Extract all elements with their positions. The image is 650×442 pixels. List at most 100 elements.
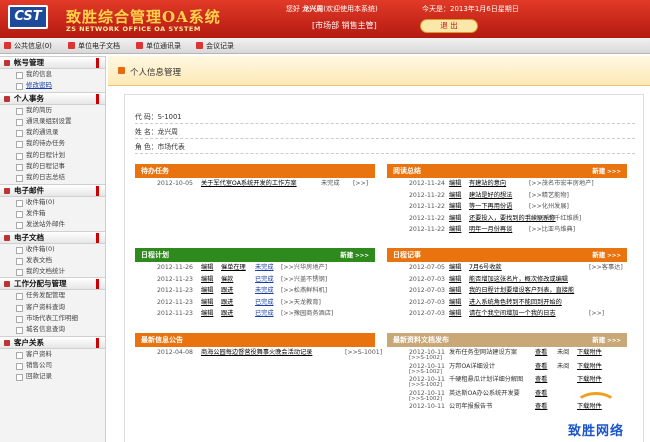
nav-unit-contacts[interactable]: 单位通讯录 — [136, 41, 181, 51]
sidebar-item[interactable]: 通讯录组别设置 — [0, 116, 105, 127]
edit-link[interactable]: 编辑 — [449, 262, 461, 274]
docs-new-link[interactable]: 新建 — [592, 333, 621, 348]
sidebar-group-header[interactable]: 电子文档 — [0, 230, 105, 244]
row-tag[interactable]: [>>茂名市宏丰房地产] — [529, 178, 594, 190]
row-date: 2012-11-23 — [157, 298, 193, 306]
note-title-link[interactable]: 我的日程计划要增设客户列表，直接能 — [469, 285, 574, 297]
sidebar-item[interactable]: 我的文档统计 — [0, 266, 105, 277]
row-tag[interactable]: [>>] — [353, 178, 368, 190]
log-title-link[interactable]: 明年一月份再谈 — [469, 224, 512, 236]
row-tag[interactable]: [>>兴华房地产] — [281, 262, 327, 274]
edit-link[interactable]: 编辑 — [449, 285, 461, 297]
plans-new-link[interactable]: 新建 — [340, 248, 369, 263]
sidebar-item[interactable]: 销售公司 — [0, 360, 105, 371]
row-tag[interactable]: [>>豫园商务酒店] — [281, 308, 333, 320]
view-link[interactable]: 查看 — [535, 388, 547, 400]
log-title-link[interactable]: 有建站的意向 — [469, 178, 506, 190]
nav-unit-docs[interactable]: 单位电子文档 — [68, 41, 120, 51]
download-link[interactable]: 下载附件 — [577, 347, 602, 359]
row-tag[interactable]: [>>S-1001] — [345, 347, 382, 359]
edit-link[interactable]: 编辑 — [449, 297, 461, 309]
log-title-link[interactable]: 建站是好的想法 — [469, 190, 512, 202]
exit-button[interactable]: 退 出 — [420, 19, 478, 33]
sidebar-item[interactable]: 市场代表工作明细 — [0, 313, 105, 324]
plan-status-link[interactable]: 已完成 — [255, 308, 274, 320]
sidebar-item[interactable]: 城名信息查询 — [0, 324, 105, 335]
row-tag[interactable]: [>>客事达] — [589, 262, 623, 274]
edit-link[interactable]: 编辑 — [201, 308, 213, 320]
download-link[interactable]: 下载附件 — [577, 374, 602, 386]
sidebar-item[interactable]: 我的日程记事 — [0, 161, 105, 172]
sidebar-item[interactable]: 修改密码 — [0, 80, 105, 91]
plan-action-link[interactable]: 跟进 — [221, 297, 233, 309]
row-tag[interactable]: [>>化州发展] — [529, 201, 569, 213]
sidebar-item[interactable]: 发表文档 — [0, 255, 105, 266]
sidebar-item[interactable]: 发送站外邮件 — [0, 219, 105, 230]
nav-meetings[interactable]: 会议记录 — [196, 41, 234, 51]
view-link[interactable]: 查看 — [535, 361, 547, 373]
sidebar-item[interactable]: 客户资料 — [0, 349, 105, 360]
note-title-link[interactable]: 请在个我空间增加一个我的日志 — [469, 308, 556, 320]
sidebar-item[interactable]: 我的通讯录 — [0, 127, 105, 138]
plan-status-link[interactable]: 已完成 — [255, 297, 274, 309]
row-tag[interactable]: [>>天龙教育] — [281, 297, 321, 309]
sidebar-group-header[interactable]: 客户关系 — [0, 335, 105, 349]
plan-action-link[interactable]: 催单在理 — [221, 262, 246, 274]
edit-link[interactable]: 编辑 — [449, 274, 461, 286]
view-link[interactable]: 查看 — [535, 347, 547, 359]
sidebar-item[interactable]: 任务发配管理 — [0, 290, 105, 301]
sidebar-item[interactable]: 我的待办任务 — [0, 138, 105, 149]
plan-action-link[interactable]: 催款 — [221, 274, 233, 286]
edit-link[interactable]: 编辑 — [449, 224, 461, 236]
edit-link[interactable]: 编辑 — [449, 308, 461, 320]
row-tag[interactable]: [>>兴盖不锈钢] — [281, 274, 327, 286]
row-tag[interactable]: [>>] — [589, 308, 604, 320]
sidebar-item[interactable]: 回款记录 — [0, 371, 105, 382]
notes-new-link[interactable]: 新建 — [592, 248, 621, 263]
row-tag[interactable]: [>>比亚鸟维典] — [529, 224, 575, 236]
sidebar-item[interactable]: 发件箱 — [0, 208, 105, 219]
logs-new-link[interactable]: 新建 — [592, 164, 621, 179]
view-link[interactable]: 查看 — [535, 374, 547, 386]
edit-link[interactable]: 编辑 — [449, 190, 461, 202]
edit-link[interactable]: 编辑 — [201, 262, 213, 274]
sidebar-item[interactable]: 客户资料查询 — [0, 302, 105, 313]
sidebar-item[interactable]: 我的简历 — [0, 105, 105, 116]
task-title-link[interactable]: 关于军代室OA系统开发的工作方案 — [201, 178, 297, 190]
plan-status-link[interactable]: 已完成 — [255, 274, 274, 286]
sidebar-item[interactable]: 我的日志总结 — [0, 172, 105, 183]
nav-public-info[interactable]: 公共信息(0) — [4, 41, 52, 51]
edit-link[interactable]: 编辑 — [449, 213, 461, 225]
edit-link[interactable]: 编辑 — [201, 285, 213, 297]
row-tag[interactable]: [>>万荣千红维质] — [529, 213, 581, 225]
sidebar-item[interactable]: 收件箱(0) — [0, 197, 105, 208]
sidebar-group-header[interactable]: 工作分配与管理 — [0, 277, 105, 291]
note-title-link[interactable]: 7月6号收款 — [469, 262, 502, 274]
log-title-link[interactable]: 等一下再用份语 — [469, 201, 512, 213]
plan-status-link[interactable]: 未完成 — [255, 262, 274, 274]
sidebar-group-header[interactable]: 帐号管理 — [0, 56, 105, 69]
edit-link[interactable]: 编辑 — [449, 178, 461, 190]
edit-link[interactable]: 编辑 — [201, 274, 213, 286]
plan-status-link[interactable]: 未完成 — [255, 285, 274, 297]
plan-action-link[interactable]: 跟进 — [221, 308, 233, 320]
download-link[interactable]: 下载附件 — [577, 361, 602, 373]
logs-row: 2012-11-22 编辑 还要投入，要找到的手续联系你 [>>万荣千红维质] — [387, 213, 627, 225]
sidebar-group-header[interactable]: 电子邮件 — [0, 183, 105, 197]
plans-row: 2012-11-23 编辑 跟进 未完成 [>>松燕鲜科机] — [135, 285, 375, 297]
title-bullet-icon — [118, 67, 125, 74]
sidebar-item[interactable]: 我的日程计划 — [0, 150, 105, 161]
plan-action-link[interactable]: 跟进 — [221, 285, 233, 297]
sidebar-item[interactable]: 收件箱(0) — [0, 244, 105, 255]
edit-link[interactable]: 编辑 — [449, 201, 461, 213]
row-tag[interactable]: [>>精艺能物] — [529, 190, 569, 202]
note-title-link[interactable]: 进入系统角色转到不能回到开始的 — [469, 297, 562, 309]
view-link[interactable]: 查看 — [535, 401, 547, 413]
note-title-link[interactable]: 能否增加这张名片，概次修改或编辑 — [469, 274, 568, 286]
news-title-link[interactable]: 商海公园每边督营役舞事火晚会活动记录 — [201, 347, 312, 359]
sidebar-item[interactable]: 我的信息 — [0, 69, 105, 80]
sidebar-group-header[interactable]: 个人事务 — [0, 91, 105, 105]
row-date: 2012-11-26 — [157, 264, 193, 271]
row-tag[interactable]: [>>松燕鲜科机] — [281, 285, 327, 297]
edit-link[interactable]: 编辑 — [201, 297, 213, 309]
